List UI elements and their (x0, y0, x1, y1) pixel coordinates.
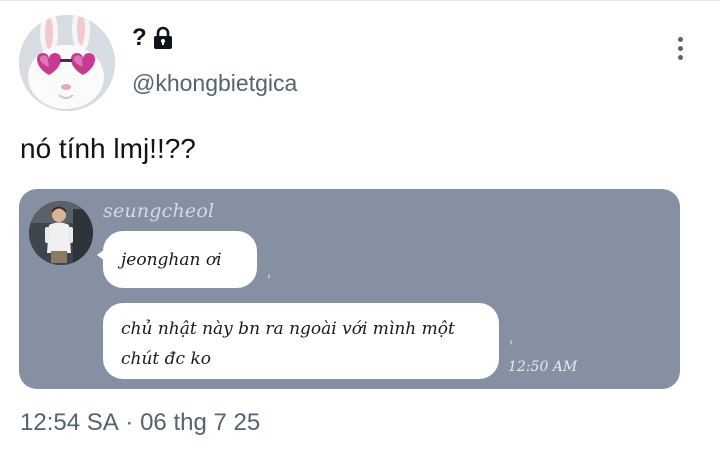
avatar-bunny-icon (19, 15, 115, 111)
more-vertical-icon[interactable] (668, 33, 692, 63)
read-tick: ' (509, 339, 513, 355)
tweet-date[interactable]: 06 thg 7 25 (140, 409, 260, 437)
display-name-text: ? (132, 24, 147, 51)
more-dot (677, 36, 683, 42)
profile-avatar[interactable] (19, 15, 115, 111)
meta-separator: · (118, 409, 141, 436)
lock-icon (153, 26, 172, 49)
tweet-media-image[interactable]: seungcheol jeonghan ơi ' chủ nhật này bn… (19, 189, 680, 389)
chat-bubble: chủ nhật này bn ra ngoài với mình một ch… (103, 303, 499, 379)
user-handle[interactable]: @khongbietgica (132, 70, 297, 97)
display-name[interactable]: ? (132, 24, 175, 52)
read-tick: ' (267, 273, 271, 289)
more-dot (677, 54, 683, 60)
chat-message: chủ nhật này bn ra ngoài với mình một ch… (121, 319, 455, 369)
tweet-time[interactable]: 12:54 SA (20, 409, 119, 437)
chat-avatar (29, 201, 93, 265)
top-divider (0, 0, 720, 1)
chat-timestamp: 12:50 AM (508, 359, 578, 375)
person-photo-icon (29, 201, 93, 265)
chat-bubble: jeonghan ơi (97, 231, 257, 288)
chat-sender-name: seungcheol (103, 200, 215, 222)
more-dot (677, 45, 683, 51)
chat-message: jeonghan ơi (121, 249, 222, 270)
tweet-text: nó tính lmj!!?? (20, 133, 196, 164)
tweet-meta: 12:54 SA · 06 thg 7 25 (20, 409, 260, 437)
